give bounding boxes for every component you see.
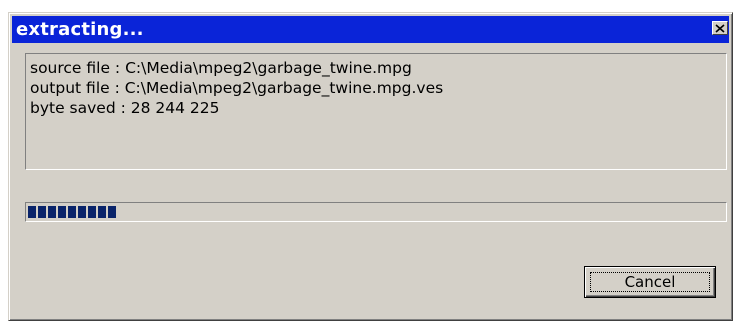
close-icon (715, 23, 725, 33)
progress-block (38, 206, 46, 218)
cancel-button[interactable]: Cancel (584, 266, 716, 298)
window-title: extracting... (16, 19, 144, 40)
close-button[interactable] (712, 21, 728, 35)
output-file-text: output file : C:\Media\mpeg2\garbage_twi… (30, 79, 444, 97)
cancel-button-label: Cancel (624, 273, 676, 291)
progress-bar (25, 202, 727, 222)
progress-block (98, 206, 106, 218)
info-panel: source file : C:\Media\mpeg2\garbage_twi… (25, 53, 727, 170)
progress-block (88, 206, 96, 218)
progress-block (48, 206, 56, 218)
bytes-saved-text: byte saved : 28 244 225 (30, 99, 220, 117)
progress-block (78, 206, 86, 218)
progress-block (108, 206, 116, 218)
progress-block (58, 206, 66, 218)
progress-block (28, 206, 36, 218)
source-file-text: source file : C:\Media\mpeg2\garbage_twi… (30, 59, 412, 77)
progress-block (68, 206, 76, 218)
title-bar[interactable]: extracting... (12, 16, 729, 43)
